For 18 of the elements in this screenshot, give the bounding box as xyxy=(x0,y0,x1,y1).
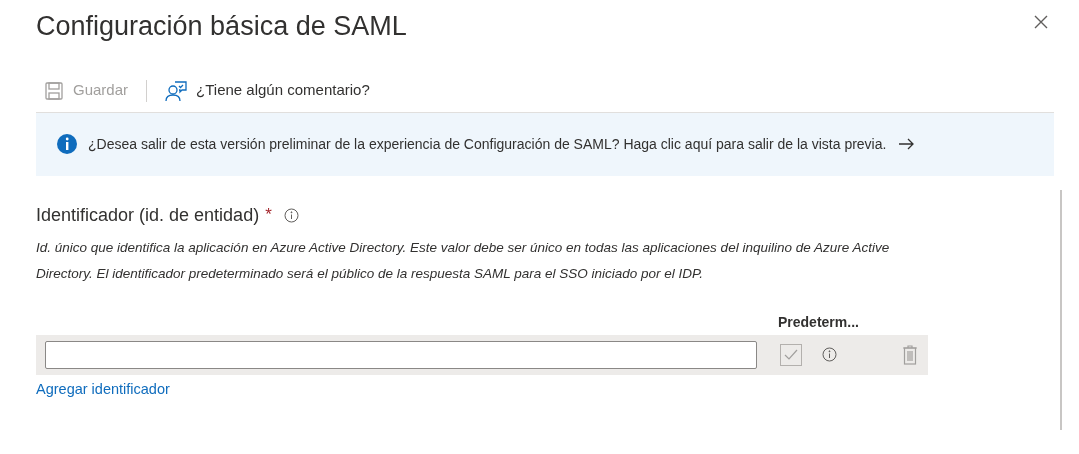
field-description: Id. único que identifica la aplicación en Azure Active Directory. Este valor debe ser único en todas las aplicaciones del inquilino de Azure Active Directory. El identificador predeterminado será el público de la respuesta SAML para el SSO iniciado por el IDP. xyxy=(36,238,891,283)
panel-title: Configuración básica de SAML xyxy=(36,10,407,43)
column-header: Predeterm... xyxy=(778,313,859,332)
required-asterisk: * xyxy=(265,204,272,227)
add-identifier-link[interactable]: Agregar identificador xyxy=(36,378,170,401)
field-label: Identificador (id. de entidad) xyxy=(36,203,260,227)
info-icon[interactable] xyxy=(822,347,837,362)
checkmark-icon xyxy=(784,348,798,361)
trash-icon[interactable] xyxy=(902,344,918,365)
identifier-input[interactable] xyxy=(45,340,757,369)
info-icon xyxy=(283,207,299,223)
arrow-right-icon xyxy=(898,138,915,150)
person-feedback-icon xyxy=(165,79,188,102)
info-icon xyxy=(56,133,78,155)
banner-message[interactable]: ¿Desea salir de esta versión preliminar de la experiencia de Configuración de SAML? Haga clic aquí para salir de la vista previa. xyxy=(88,133,887,155)
feedback-button[interactable]: ¿Tiene algún comentario? xyxy=(165,79,370,102)
close-icon[interactable] xyxy=(1033,14,1049,30)
save-icon xyxy=(44,80,64,101)
